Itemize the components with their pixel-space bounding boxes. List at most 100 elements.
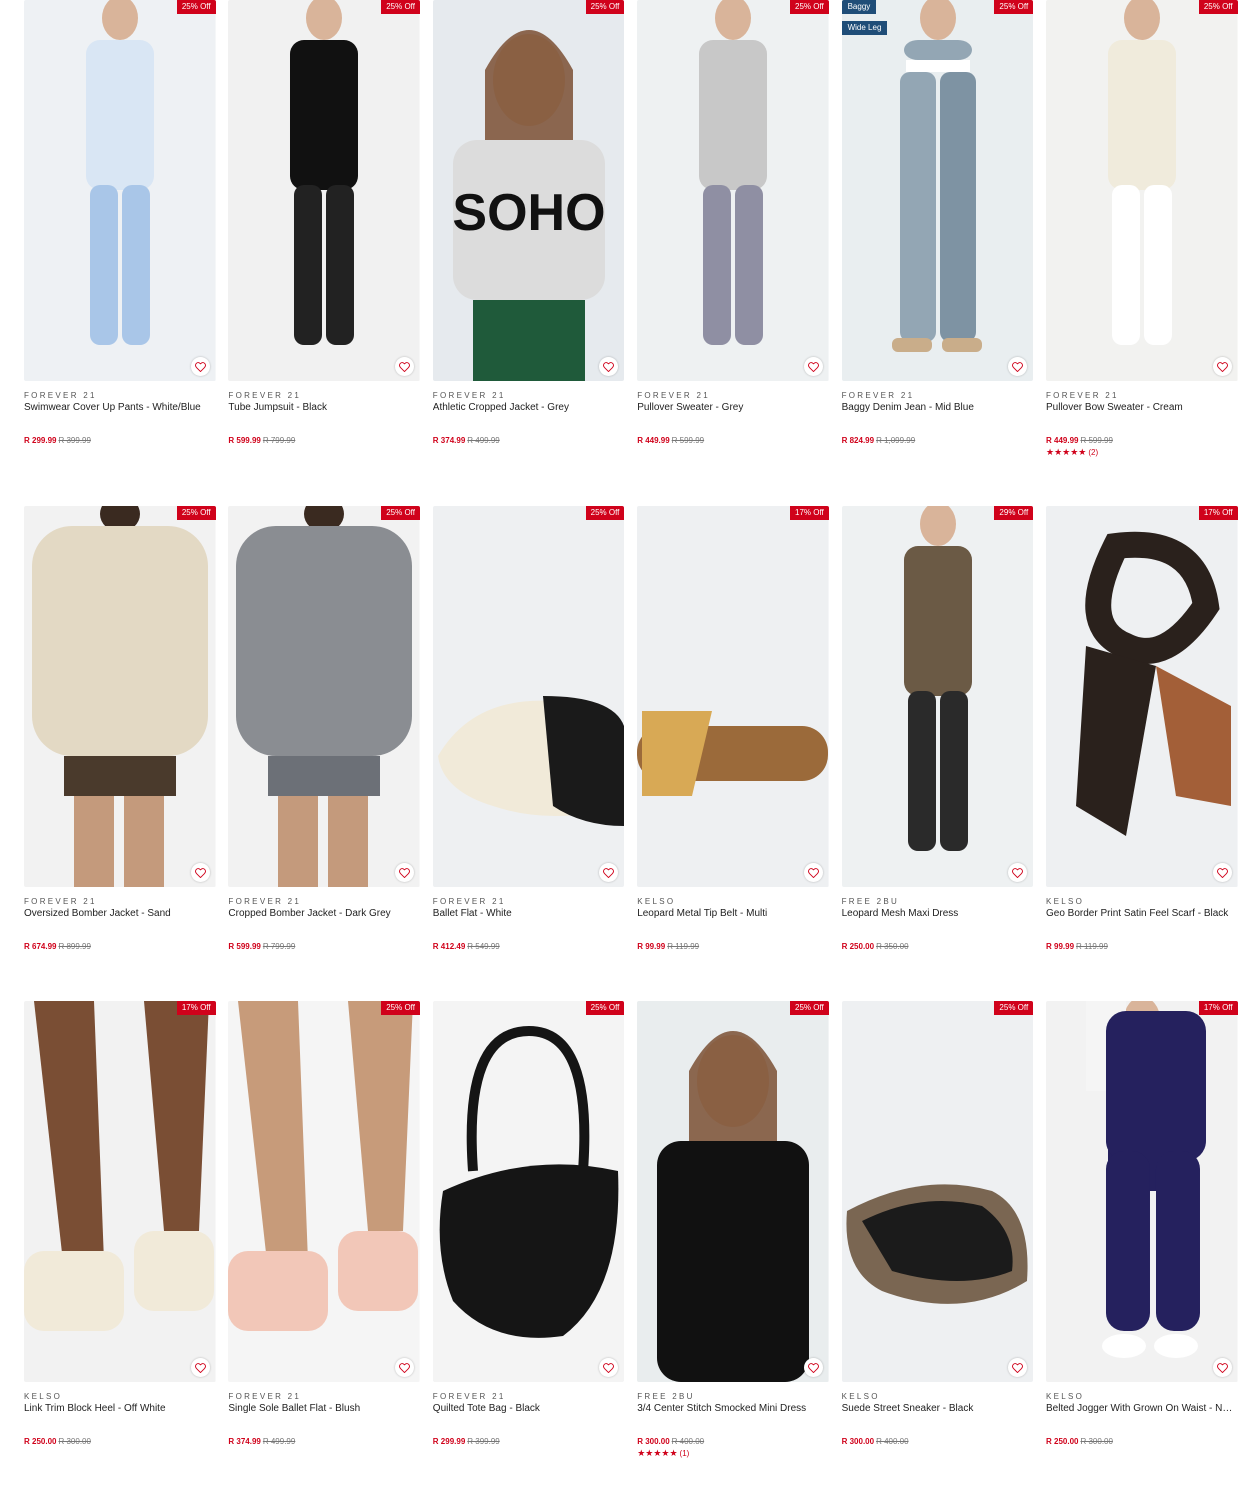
product-name[interactable]: Tube Jumpsuit - Black — [228, 402, 420, 416]
product-name[interactable]: Athletic Cropped Jacket - Grey — [433, 402, 625, 416]
product-card[interactable]: 17% Off KELSO Belted Jogger With Grown O… — [1046, 1001, 1238, 1496]
wishlist-button[interactable] — [803, 863, 823, 882]
sale-price: R 374.99 — [432, 436, 466, 445]
product-brand: FOREVER 21 — [432, 897, 506, 906]
product-name[interactable]: Quilted Tote Bag - Black — [433, 1403, 625, 1417]
wishlist-button[interactable] — [803, 357, 823, 376]
wishlist-button[interactable] — [190, 357, 210, 376]
product-name[interactable]: Ballet Flat - White — [433, 908, 625, 922]
product-card[interactable]: 25% Off FOREVER 21 Oversized Bomber Jack… — [24, 506, 216, 1001]
wishlist-button[interactable] — [394, 1358, 414, 1377]
product-image[interactable]: 25% Off — [1046, 0, 1238, 381]
product-name[interactable]: Suede Street Sneaker - Black — [842, 1403, 1034, 1417]
product-image[interactable]: 25% Off — [228, 1001, 420, 1382]
product-image[interactable]: 17% Off — [24, 1001, 216, 1382]
product-card[interactable]: 25% Off FREE 2BU 3/4 Center Stitch Smock… — [637, 1001, 829, 1496]
product-price: R 374.99 R 499.99 — [228, 1437, 420, 1447]
product-card[interactable]: 25% Off FOREVER 21 Swimwear Cover Up Pan… — [24, 0, 216, 495]
discount-badge: 29% Off — [994, 506, 1034, 520]
product-brand: KELSO — [1046, 897, 1085, 906]
product-price: R 449.99 R 599.99 — [637, 436, 829, 446]
product-card[interactable]: SOHO 25% Off FOREVER 21 Athletic Cropped… — [432, 0, 625, 495]
product-image[interactable]: 25% Off — [228, 506, 420, 887]
product-image[interactable]: 29% Off — [841, 506, 1034, 887]
original-price: R 599.99 — [1080, 436, 1113, 445]
product-name[interactable]: Baggy Denim Jean - Mid Blue — [842, 402, 1034, 416]
product-card[interactable]: 25% Off FOREVER 21 Tube Jumpsuit - Black… — [228, 0, 420, 495]
product-card[interactable]: 25% Off FOREVER 21 Ballet Flat - White R… — [432, 506, 625, 1001]
heart-icon — [194, 1362, 206, 1373]
product-brand: FOREVER 21 — [637, 391, 710, 400]
product-name[interactable]: Belted Jogger With Grown On Waist - Navy — [1046, 1403, 1238, 1417]
sale-price: R 674.99 — [24, 942, 57, 951]
product-price: R 599.99 R 799.99 — [228, 942, 420, 952]
wishlist-button[interactable] — [1212, 1358, 1232, 1377]
product-card[interactable]: 25% Off FOREVER 21 Single Sole Ballet Fl… — [228, 1001, 420, 1496]
product-card[interactable]: 17% Off KELSO Leopard Metal Tip Belt - M… — [637, 506, 829, 1001]
sale-price: R 599.99 — [228, 942, 261, 951]
wishlist-button[interactable] — [394, 863, 414, 882]
product-image-figure — [228, 0, 420, 381]
product-brand: FOREVER 21 — [841, 391, 915, 400]
product-card[interactable]: 25% Off FOREVER 21 Quilted Tote Bag - Bl… — [432, 1001, 625, 1496]
wishlist-button[interactable] — [803, 1358, 823, 1377]
discount-badge: 17% Off — [176, 1001, 216, 1015]
product-image-figure — [637, 0, 829, 381]
product-tag: Wide Leg — [841, 21, 888, 35]
product-price: R 99.99 R 119.99 — [637, 942, 829, 952]
product-name[interactable]: Link Trim Block Heel - Off White — [24, 1403, 216, 1417]
star-icon: ★★★★★ — [637, 1448, 678, 1458]
product-image[interactable]: 25% Off — [841, 1001, 1034, 1382]
product-card[interactable]: 25% Off FOREVER 21 Cropped Bomber Jacket… — [228, 506, 420, 1001]
product-name[interactable]: Single Sole Ballet Flat - Blush — [228, 1403, 420, 1417]
product-name[interactable]: Cropped Bomber Jacket - Dark Grey — [228, 908, 420, 922]
product-name[interactable]: Pullover Sweater - Grey — [637, 402, 829, 416]
product-name[interactable]: 3/4 Center Stitch Smocked Mini Dress — [637, 1403, 829, 1417]
sale-price: R 299.99 — [432, 1437, 466, 1446]
review-count[interactable]: (1) — [680, 1449, 690, 1458]
product-card[interactable]: 29% Off FREE 2BU Leopard Mesh Maxi Dress… — [841, 506, 1034, 1001]
product-card[interactable]: 17% Off KELSO Link Trim Block Heel - Off… — [24, 1001, 216, 1496]
product-image[interactable]: 25% Off — [24, 0, 216, 381]
wishlist-button[interactable] — [190, 863, 210, 882]
product-brand: FOREVER 21 — [432, 1392, 506, 1401]
wishlist-button[interactable] — [394, 357, 414, 376]
product-image[interactable]: 25% Off — [637, 0, 829, 381]
product-brand: KELSO — [637, 897, 676, 906]
review-count[interactable]: (2) — [1088, 448, 1098, 457]
product-image[interactable]: SOHO 25% Off — [432, 0, 625, 381]
product-image[interactable]: 25% Off — [637, 1001, 829, 1382]
product-card[interactable]: 17% Off KELSO Geo Border Print Satin Fee… — [1046, 506, 1238, 1001]
product-image-figure — [228, 1001, 420, 1382]
product-image[interactable]: 25% Off — [432, 1001, 625, 1382]
product-price: R 250.00 R 300.00 — [1046, 1437, 1238, 1447]
product-card[interactable]: 25% Off FOREVER 21 Pullover Sweater - Gr… — [637, 0, 829, 495]
product-name[interactable]: Leopard Mesh Maxi Dress — [842, 908, 1034, 922]
product-card[interactable]: 25% Off FOREVER 21 Pullover Bow Sweater … — [1046, 0, 1238, 495]
wishlist-button[interactable] — [1212, 357, 1232, 376]
product-name[interactable]: Pullover Bow Sweater - Cream — [1046, 402, 1238, 416]
original-price: R 350.00 — [876, 942, 909, 951]
product-image[interactable]: 17% Off — [637, 506, 829, 887]
product-image[interactable]: 25% Off — [432, 506, 625, 887]
product-name[interactable]: Oversized Bomber Jacket - Sand — [24, 908, 216, 922]
product-image[interactable]: 25% Off — [24, 506, 216, 887]
product-image[interactable]: 25% Off Baggy Wide Leg — [841, 0, 1034, 381]
product-name[interactable]: Swimwear Cover Up Pants - White/Blue — [24, 402, 216, 416]
product-image[interactable]: 25% Off — [228, 0, 420, 381]
product-card[interactable]: 25% Off Baggy Wide Leg FOREVER 21 Baggy D… — [841, 0, 1034, 495]
product-price: R 599.99 R 799.99 — [228, 436, 420, 446]
heart-icon — [1216, 867, 1228, 878]
heart-icon — [399, 867, 410, 878]
wishlist-button[interactable] — [190, 1358, 210, 1377]
product-image-figure — [841, 0, 1034, 381]
product-image[interactable]: 17% Off — [1046, 506, 1238, 887]
wishlist-button[interactable] — [1212, 863, 1232, 882]
product-image[interactable]: 17% Off — [1046, 1001, 1238, 1382]
product-card[interactable]: 25% Off KELSO Suede Street Sneaker - Bla… — [841, 1001, 1034, 1496]
sale-price: R 300.00 — [637, 1437, 670, 1446]
original-price: R 799.99 — [262, 942, 296, 951]
sale-price: R 374.99 — [228, 1437, 261, 1446]
product-name[interactable]: Leopard Metal Tip Belt - Multi — [637, 908, 829, 922]
product-name[interactable]: Geo Border Print Satin Feel Scarf - Blac… — [1046, 908, 1238, 922]
